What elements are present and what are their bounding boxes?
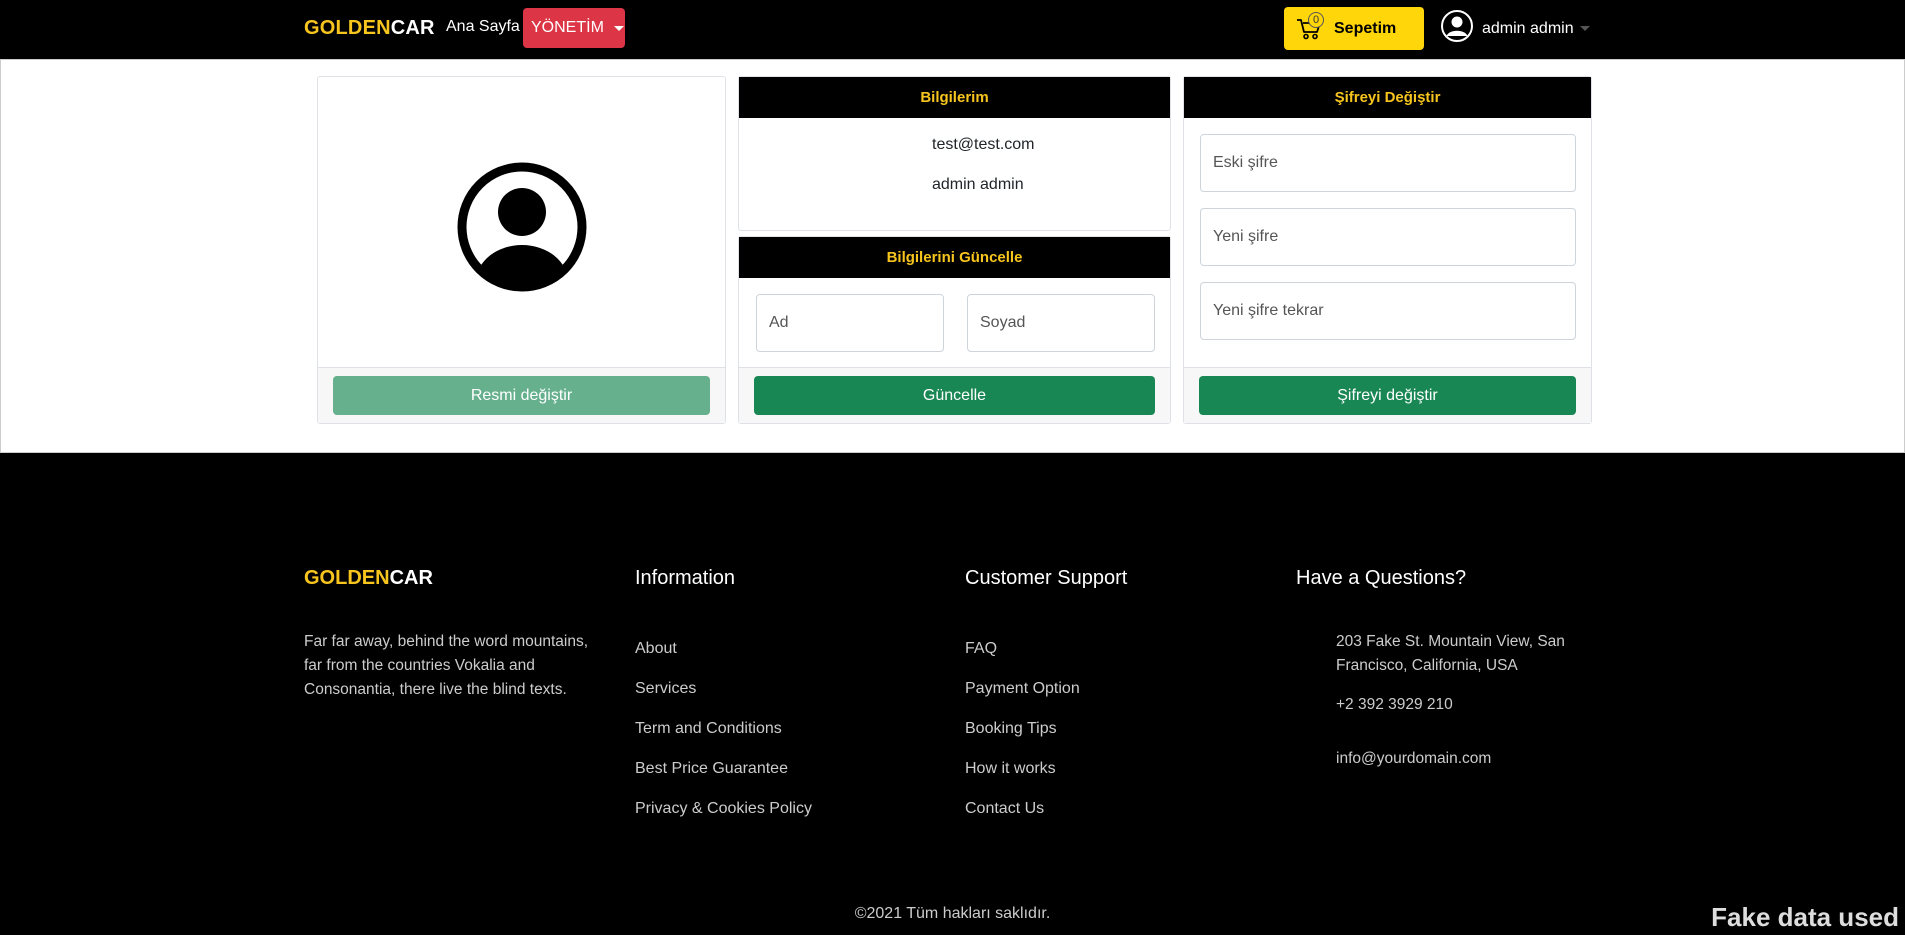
update-button[interactable]: Güncelle — [754, 376, 1155, 415]
brand-logo[interactable]: GOLDENCAR — [304, 17, 435, 40]
copyright: ©2021 Tüm hakları saklıdır. — [854, 905, 1051, 922]
password-card-footer: Şifreyi değiştir — [1184, 367, 1591, 423]
brand-gold-text: GOLDEN — [304, 17, 391, 39]
information-title: Information — [635, 567, 736, 589]
contact-address: 203 Fake St. Mountain View, San Francisc… — [1336, 633, 1565, 674]
update-card-footer: Güncelle — [739, 367, 1170, 423]
footer-link-contact[interactable]: Contact Us — [965, 800, 1044, 818]
last-name-input[interactable]: Soyad — [967, 294, 1155, 352]
contact-phone[interactable]: +2 392 3929 210 — [1336, 693, 1453, 717]
footer-link-faq[interactable]: FAQ — [965, 640, 997, 658]
contact-email[interactable]: info@yourdomain.com — [1336, 747, 1491, 771]
footer-link-price-guarantee[interactable]: Best Price Guarantee — [635, 760, 788, 778]
brand-white-text: CAR — [390, 17, 435, 39]
name-value: admin admin — [932, 176, 1024, 193]
admin-dropdown-button[interactable]: YÖNETİM — [523, 8, 625, 48]
info-card-title: Bilgilerim — [739, 77, 1170, 118]
footer-brand-white-text: CAR — [389, 567, 433, 589]
admin-dropdown-label: YÖNETİM — [531, 19, 604, 36]
chevron-down-icon — [613, 25, 624, 31]
password-card: Şifreyi Değiştir Eski şifre Yeni şifre Y… — [1183, 76, 1592, 424]
first-name-input[interactable]: Ad — [756, 294, 944, 352]
support-title: Customer Support — [965, 567, 1128, 589]
name-label: Ad-Soyad: — [819, 176, 899, 193]
footer-link-booking-tips[interactable]: Booking Tips — [965, 720, 1057, 738]
nav-home-link[interactable]: Ana Sayfa — [446, 18, 520, 36]
user-name: admin admin — [1482, 19, 1574, 37]
profile-photo-footer: Resmi değiştir — [318, 367, 725, 423]
footer-link-how-it-works[interactable]: How it works — [965, 760, 1056, 778]
profile-section: Resmi değiştir Bilgilerim E-mail: test@t… — [0, 59, 1905, 453]
footer-about-text: Far far away, behind the word mountains,… — [304, 633, 589, 698]
footer-link-payment[interactable]: Payment Option — [965, 680, 1080, 698]
footer-link-privacy[interactable]: Privacy & Cookies Policy — [635, 800, 812, 818]
new-password-input[interactable]: Yeni şifre — [1200, 208, 1576, 266]
email-label: E-mail: — [845, 136, 899, 153]
old-password-input[interactable]: Eski şifre — [1200, 134, 1576, 192]
navbar: GOLDENCAR Ana Sayfa YÖNETİM 0 Sepetim ad… — [0, 0, 1905, 59]
change-password-button[interactable]: Şifreyi değiştir — [1199, 376, 1576, 415]
cart-label: Sepetim — [1334, 19, 1397, 37]
footer-link-services[interactable]: Services — [635, 680, 696, 698]
cart-button[interactable]: 0 Sepetim — [1284, 7, 1424, 50]
profile-avatar-icon — [457, 162, 587, 297]
cart-count-badge: 0 — [1308, 11, 1324, 28]
update-card-title: Bilgilerini Güncelle — [739, 237, 1170, 278]
profile-photo-card: Resmi değiştir — [317, 76, 726, 424]
info-card: Bilgilerim E-mail: test@test.com Ad-Soya… — [738, 76, 1171, 231]
email-value: test@test.com — [932, 136, 1035, 153]
repeat-password-input[interactable]: Yeni şifre tekrar — [1200, 282, 1576, 340]
user-menu[interactable]: admin admin — [1440, 9, 1590, 48]
password-card-title: Şifreyi Değiştir — [1184, 77, 1591, 118]
questions-title: Have a Questions? — [1296, 567, 1467, 589]
cart-icon: 0 — [1296, 11, 1324, 40]
footer-brand-gold-text: GOLDEN — [304, 567, 390, 589]
footer-brand-logo[interactable]: GOLDENCAR — [304, 567, 433, 590]
user-avatar-icon — [1440, 9, 1474, 48]
update-card: Bilgilerini Güncelle Ad Soyad Güncelle — [738, 236, 1171, 424]
watermark: Fake data used — [1711, 902, 1899, 932]
chevron-down-icon — [1579, 26, 1590, 31]
change-photo-button[interactable]: Resmi değiştir — [333, 376, 710, 415]
footer-link-terms[interactable]: Term and Conditions — [635, 720, 782, 738]
footer-link-about[interactable]: About — [635, 640, 677, 658]
